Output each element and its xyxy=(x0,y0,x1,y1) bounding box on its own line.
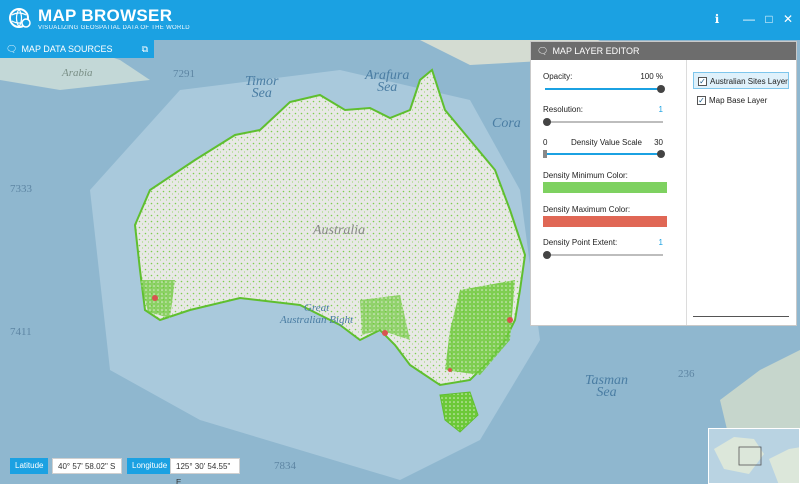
density-range-low-thumb[interactable] xyxy=(543,150,547,158)
layer-properties: Opacity: 100 % Resolution: 1 0 Density V… xyxy=(531,60,681,325)
resolution-slider[interactable] xyxy=(543,118,663,126)
density-scale-min: 0 xyxy=(543,138,548,147)
maximize-button[interactable]: □ xyxy=(762,12,776,26)
density-extent-value: 1 xyxy=(658,238,663,247)
opacity-slider-fill xyxy=(545,88,663,90)
layer-list: ✓ Australian Sites Layer ✓ Map Base Layer xyxy=(686,60,796,325)
opacity-slider[interactable] xyxy=(545,85,665,93)
opacity-slider-thumb[interactable] xyxy=(657,85,665,93)
density-extent-slider-thumb[interactable] xyxy=(543,251,551,259)
info-button[interactable]: ℹ xyxy=(710,12,724,26)
density-min-color-label: Density Minimum Color: xyxy=(543,171,628,180)
longitude-value: 125° 30' 54.55" E xyxy=(170,458,240,484)
editor-header: 🗨 MAP LAYER EDITOR xyxy=(531,42,796,60)
density-range-high-thumb[interactable] xyxy=(657,150,665,158)
resolution-slider-thumb[interactable] xyxy=(543,118,551,126)
resolution-value: 1 xyxy=(658,105,663,114)
layer-checkbox[interactable]: ✓ xyxy=(697,96,706,105)
resolution-label: Resolution: xyxy=(543,105,584,114)
layer-checkbox[interactable]: ✓ xyxy=(698,77,707,86)
latitude-value: 40° 57' 58.02" S xyxy=(52,458,122,474)
overview-map[interactable] xyxy=(708,428,800,484)
map-data-sources-tab[interactable]: 🗨 MAP DATA SOURCES ⧉ xyxy=(0,40,154,58)
opacity-label: Opacity: xyxy=(543,72,573,81)
layer-item-map-base[interactable]: ✓ Map Base Layer xyxy=(693,92,789,109)
depth-label: 7333 xyxy=(10,183,32,195)
label-australia: Australia xyxy=(313,223,366,238)
density-scale-max: 30 xyxy=(654,138,663,147)
layer-item-label: Australian Sites Layer xyxy=(710,77,788,86)
globe-pin-icon xyxy=(9,8,31,28)
opacity-value: 100 % xyxy=(640,72,663,81)
density-max-color-label: Density Maximum Color: xyxy=(543,205,631,214)
chat-bubble-icon: 🗨 xyxy=(537,46,549,56)
depth-label: 7411 xyxy=(10,326,32,338)
depth-label: 236 xyxy=(678,368,695,380)
title-bar: MAP BROWSER VISUALIZING GEOSPATIAL DATA … xyxy=(0,0,800,40)
density-range-slider[interactable] xyxy=(543,150,665,158)
layer-item-australian-sites[interactable]: ✓ Australian Sites Layer xyxy=(693,72,789,89)
density-extent-slider[interactable] xyxy=(543,251,663,259)
chat-bubble-icon: 🗨 xyxy=(6,44,18,54)
close-button[interactable]: ✕ xyxy=(781,12,795,26)
label-great-australian-bight: Great Australian Bight xyxy=(280,302,354,326)
label-coral-sea: Cora xyxy=(492,116,521,131)
layer-item-label: Map Base Layer xyxy=(709,96,768,105)
density-min-color-swatch[interactable] xyxy=(543,182,667,193)
layer-list-divider xyxy=(693,316,789,317)
label-arabia: Arabia xyxy=(62,67,93,79)
overview-map-graphic xyxy=(709,429,799,483)
density-scale-label: Density Value Scale xyxy=(571,138,642,147)
app-subtitle: VISUALIZING GEOSPATIAL DATA OF THE WORLD xyxy=(38,25,190,31)
label-timor-sea: Timor Sea xyxy=(245,74,279,101)
app-title: MAP BROWSER xyxy=(38,6,173,25)
label-tasman-sea: Tasman Sea xyxy=(585,373,629,400)
label-arafura-sea: Arafura Sea xyxy=(365,68,410,95)
minimize-button[interactable]: — xyxy=(742,12,756,26)
depth-label: 7834 xyxy=(274,460,296,472)
map-layer-editor: 🗨 MAP LAYER EDITOR Opacity: 100 % Resolut… xyxy=(530,41,797,326)
editor-title: MAP LAYER EDITOR xyxy=(552,46,640,56)
density-extent-label: Density Point Extent: xyxy=(543,238,618,247)
latitude-label: Latitude xyxy=(10,458,49,474)
density-max-color-swatch[interactable] xyxy=(543,216,667,227)
longitude-label: Longitude xyxy=(127,458,173,474)
density-range-fill xyxy=(545,153,663,155)
dock-icon[interactable]: ⧉ xyxy=(142,40,148,58)
map-data-sources-label: MAP DATA SOURCES xyxy=(21,44,113,54)
depth-label: 7291 xyxy=(173,68,195,80)
